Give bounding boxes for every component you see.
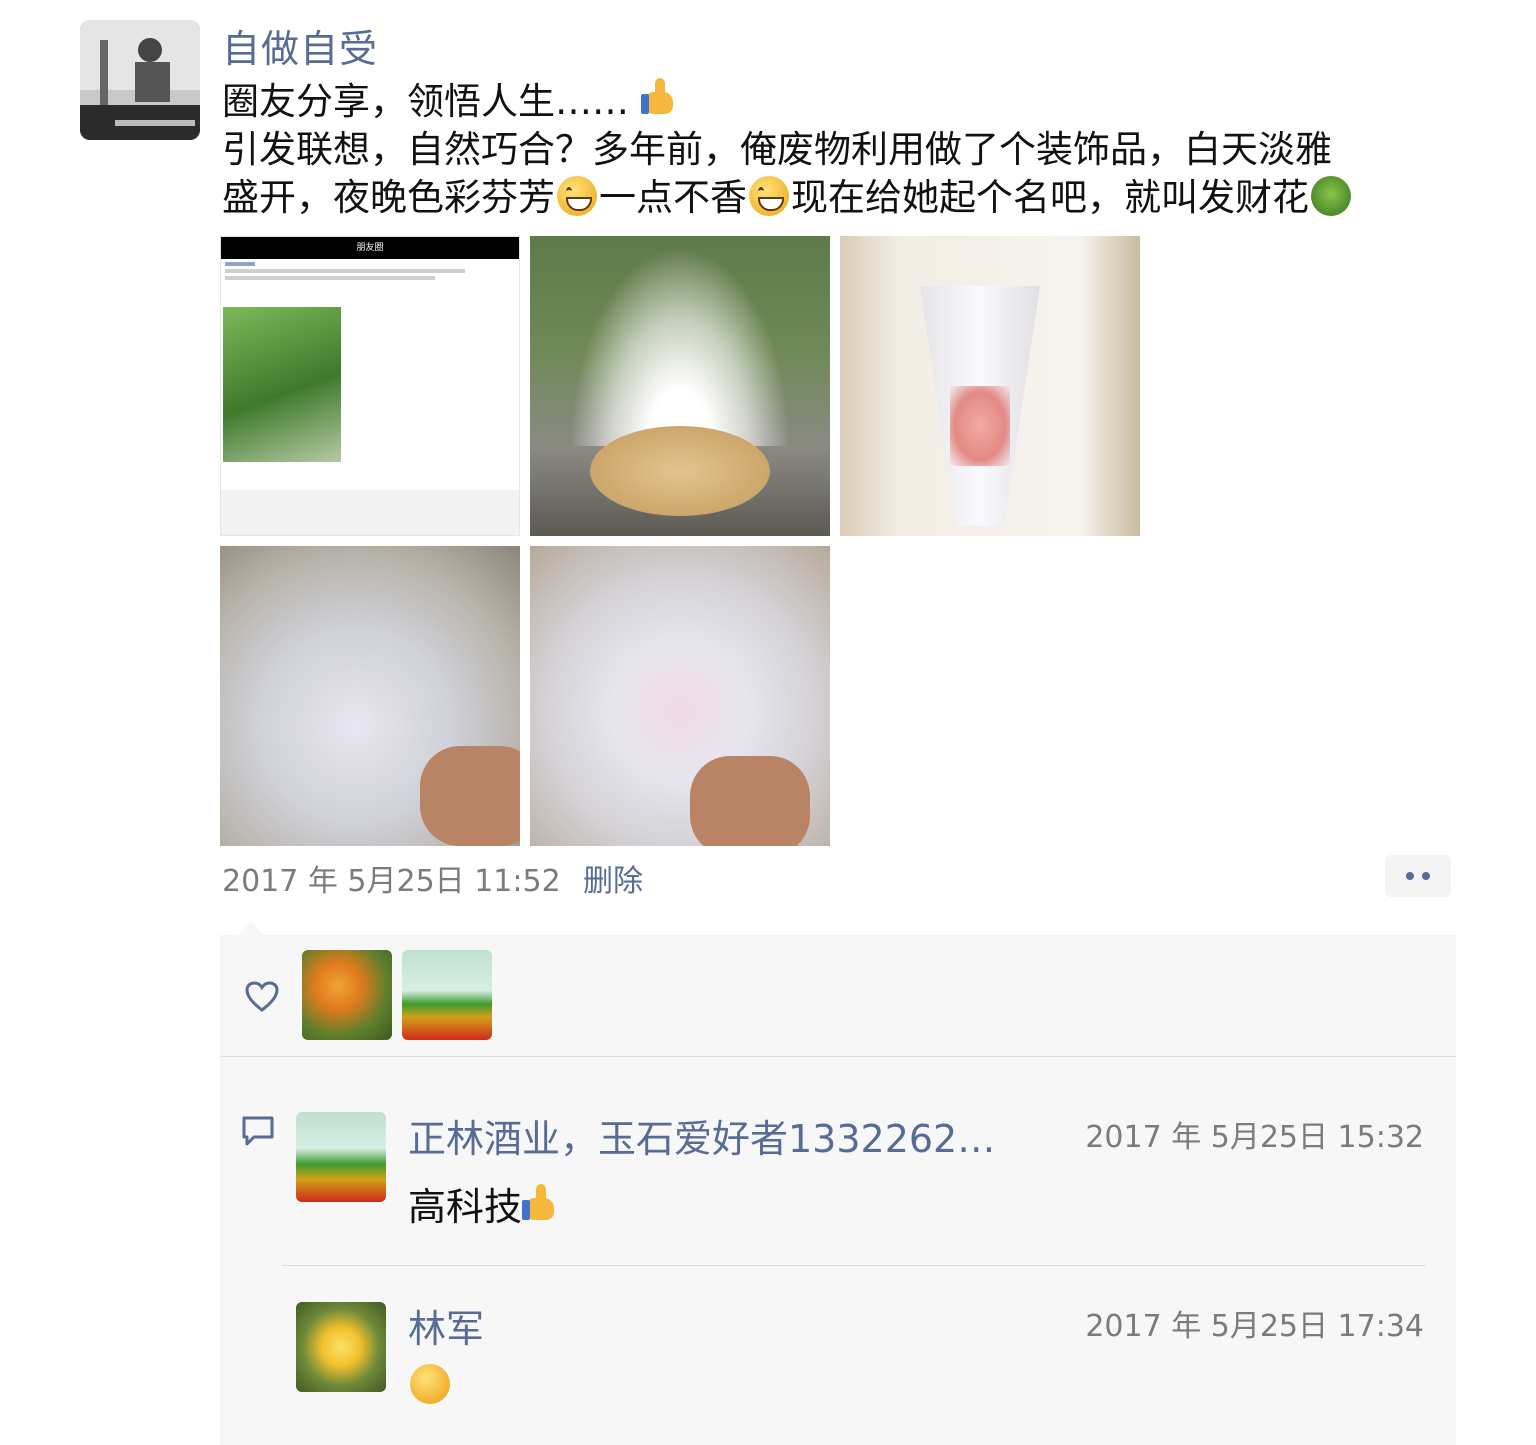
- divider: [220, 1056, 1456, 1057]
- post-author-name[interactable]: 自做自受: [222, 18, 378, 73]
- comment-text: 高科技: [408, 1176, 562, 1231]
- preview-status-bar: 朋友圈: [221, 237, 519, 259]
- post-line-1: 圈友分享，领悟人生……: [222, 78, 1492, 126]
- preview-line: [225, 276, 435, 280]
- post-photo-5[interactable]: [530, 546, 830, 846]
- post-photo-4[interactable]: [220, 546, 520, 846]
- preview-line: [225, 269, 465, 273]
- liker-avatar[interactable]: [302, 950, 392, 1040]
- commenter-name[interactable]: 正林酒业，玉石爱好者1332262…: [408, 1108, 1068, 1163]
- post-line-2: 引发联想，自然巧合？多年前，俺废物利用做了个装饰品，白天淡雅: [222, 128, 1332, 171]
- post-photo-2[interactable]: [530, 236, 830, 536]
- preview-comment-area: [221, 490, 519, 535]
- grin-emoji-icon: [557, 176, 597, 216]
- preview-line: [225, 262, 255, 266]
- comment-icon: [242, 1116, 274, 1146]
- comment-time: 2017 年 5月25日 15:32: [1085, 1120, 1424, 1155]
- heart-icon: [245, 981, 279, 1012]
- hand: [690, 756, 810, 846]
- delete-button[interactable]: 删除: [583, 856, 643, 900]
- post-photo-1[interactable]: 朋友圈: [220, 236, 520, 536]
- more-options-button[interactable]: [1385, 855, 1451, 897]
- divider: [282, 1265, 1426, 1266]
- thinking-emoji-icon: [410, 1364, 450, 1404]
- dot-icon: [1406, 872, 1414, 880]
- commenter-avatar[interactable]: [296, 1302, 386, 1392]
- liker-avatar[interactable]: [402, 950, 492, 1040]
- likes-comments-panel: 正林酒业，玉石爱好者1332262… 2017 年 5月25日 15:32 高科…: [220, 935, 1456, 1445]
- post-photo-3[interactable]: [840, 236, 1140, 536]
- commenter-name[interactable]: 林军: [408, 1298, 484, 1353]
- turtle-emoji-icon: [1311, 176, 1351, 216]
- commenter-avatar[interactable]: [296, 1112, 386, 1202]
- post-timestamp: 2017 年 5月25日 11:52: [222, 864, 561, 899]
- post-text: 圈友分享，领悟人生…… 引发联想，自然巧合？多年前，俺废物利用做了个装饰品，白天…: [222, 78, 1492, 222]
- comment-text: [408, 1363, 452, 1407]
- author-avatar[interactable]: [80, 20, 200, 140]
- comment-time: 2017 年 5月25日 17:34: [1085, 1309, 1424, 1344]
- wooden-stool: [590, 426, 770, 516]
- comment-box-caret: [238, 922, 264, 935]
- painted-rose: [950, 386, 1010, 466]
- fiber-optic-flower: [570, 246, 790, 446]
- grin-emoji-icon: [749, 176, 789, 216]
- hand: [420, 746, 520, 846]
- dot-icon: [1422, 872, 1430, 880]
- preview-plant-image: [223, 307, 341, 462]
- post-line-3: 盛开，夜晚色彩芬芳 一点不香 现在给她起个名吧，就叫发财花: [222, 174, 1492, 222]
- thumbs-up-icon: [640, 78, 681, 118]
- thumbs-up-icon: [522, 1184, 562, 1224]
